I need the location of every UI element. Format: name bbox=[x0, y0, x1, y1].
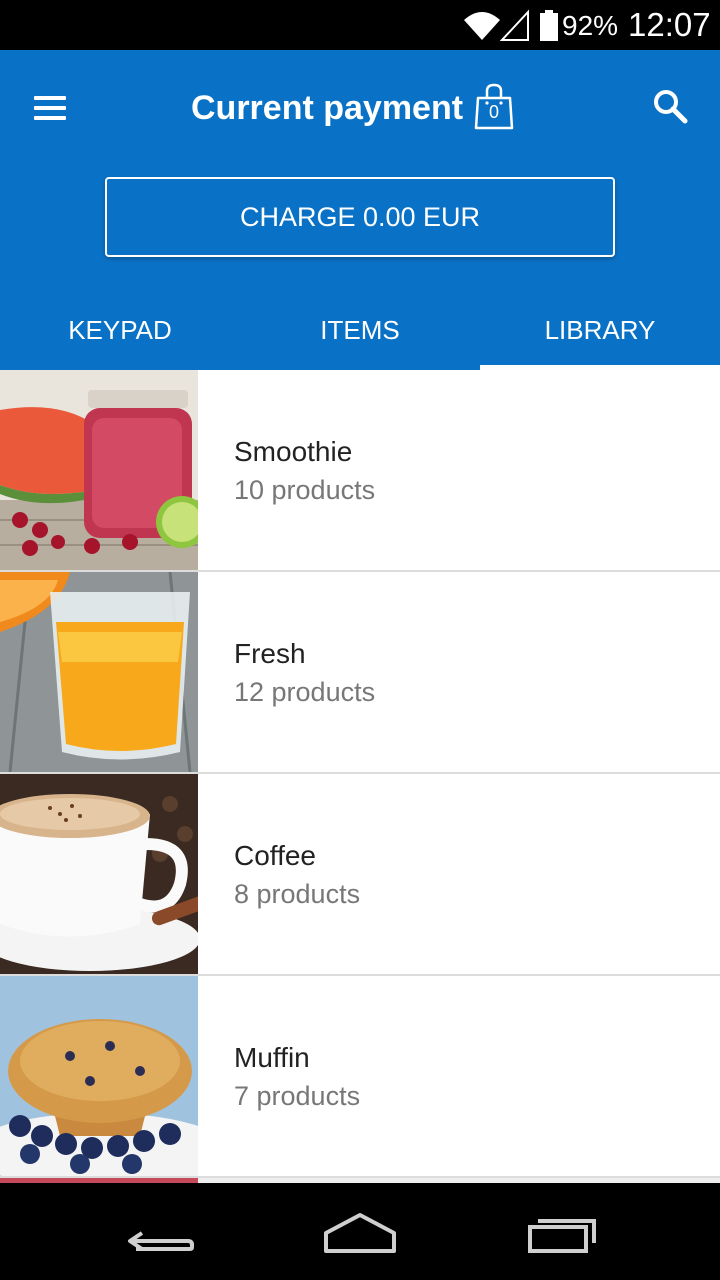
list-item-title: Coffee bbox=[234, 840, 316, 871]
list-item-fresh[interactable]: Fresh 12 products bbox=[0, 572, 720, 774]
app-bar: Current payment 0 CHARGE 0.00 EUR KEYPAD… bbox=[0, 50, 720, 370]
list-item-count: 10 products bbox=[234, 475, 376, 505]
page-title: Current payment bbox=[191, 89, 464, 127]
list-item-smoothie[interactable]: Smoothie 10 products bbox=[0, 370, 720, 572]
list-item-coffee[interactable]: Coffee 8 products bbox=[0, 774, 720, 976]
system-nav-bar bbox=[0, 1183, 720, 1280]
status-bar: 92% 12:07 bbox=[0, 0, 720, 50]
tab-items[interactable]: ITEMS bbox=[240, 290, 480, 370]
search-icon[interactable] bbox=[652, 88, 688, 124]
clock: 12:07 bbox=[628, 6, 711, 43]
muffin-image bbox=[0, 976, 198, 1176]
library-list: Smoothie 10 products Fresh 12 products C… bbox=[0, 370, 720, 1183]
tab-keypad[interactable]: KEYPAD bbox=[0, 290, 240, 370]
signal-icon bbox=[500, 9, 529, 41]
home-icon[interactable] bbox=[320, 1207, 400, 1255]
list-item-count: 8 products bbox=[234, 879, 361, 909]
list-item-title: Fresh bbox=[234, 638, 306, 669]
coffee-cup-image bbox=[0, 774, 198, 974]
list-item-muffin[interactable]: Muffin 7 products bbox=[0, 976, 720, 1178]
tab-library[interactable]: LIBRARY bbox=[480, 290, 720, 370]
wifi-icon bbox=[464, 12, 500, 40]
menu-icon[interactable] bbox=[34, 96, 66, 120]
cart-count: 0 bbox=[488, 102, 499, 122]
list-item-count: 12 products bbox=[234, 677, 376, 707]
recent-apps-icon[interactable] bbox=[522, 1207, 602, 1255]
battery-percent: 92% bbox=[562, 10, 619, 41]
back-icon[interactable] bbox=[122, 1207, 202, 1255]
orange-juice-image bbox=[0, 572, 198, 772]
charge-button[interactable]: CHARGE 0.00 EUR bbox=[105, 177, 615, 257]
tab-bar: KEYPAD ITEMS LIBRARY bbox=[0, 290, 720, 370]
list-item-count: 7 products bbox=[234, 1081, 361, 1111]
battery-icon bbox=[540, 10, 558, 41]
smoothie-image bbox=[0, 370, 198, 570]
list-item-title: Muffin bbox=[234, 1042, 310, 1073]
list-item-title: Smoothie bbox=[234, 436, 353, 467]
